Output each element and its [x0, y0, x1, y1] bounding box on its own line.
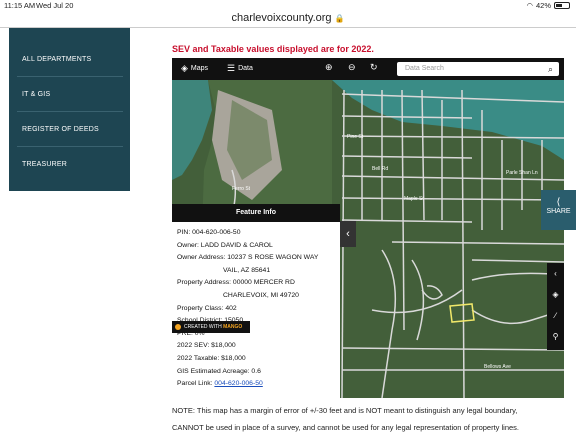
sev-field: 2022 SEV: $18,000	[177, 342, 236, 350]
search-placeholder: Data Search	[405, 65, 444, 72]
street-label-maple: Maple St	[404, 196, 424, 202]
status-bar: 11:15 AM Wed Jul 20 ◠ 42%	[0, 0, 576, 12]
database-icon: ☰	[227, 63, 236, 73]
department-sidebar: ALL DEPARTMENTS IT & GIS REGISTER OF DEE…	[9, 28, 130, 191]
owner-address-field: Owner Address: 10237 S ROSE WAGON WAY	[177, 254, 319, 262]
data-search-input[interactable]: Data Search ⌕	[397, 62, 559, 76]
layers-icon: ◈	[181, 63, 188, 73]
mango-prefix: CREATED WITH	[184, 324, 222, 330]
chevron-left-icon[interactable]: ‹	[547, 263, 564, 284]
wifi-icon: ◠	[526, 1, 533, 10]
tax-notice: SEV and Taxable values displayed are for…	[172, 44, 374, 54]
owner-address-line2: VAIL, AZ 85641	[223, 266, 271, 274]
sidebar-item-all-departments[interactable]: ALL DEPARTMENTS	[17, 43, 123, 77]
feature-info-panel: Feature Info PIN: 004-620-006-50 Owner: …	[172, 204, 340, 398]
feature-info-title: Feature Info	[172, 204, 340, 222]
property-class-field: Property Class: 402	[177, 304, 237, 312]
url-text: charlevoixcounty.org	[231, 12, 332, 24]
street-label-parle-shan: Parle Shan Ln	[506, 170, 538, 176]
battery-percent: 42%	[535, 1, 551, 10]
map-viewer[interactable]: ◈ Maps ☰ Data ⊕ ⊖ ↻ Data Search ⌕ Bell R…	[172, 58, 564, 398]
lock-icon: 🔒	[334, 14, 345, 23]
property-address-line2: CHARLEVOIX, MI 49720	[223, 291, 299, 299]
pin-field: PIN: 004-620-006-50	[177, 229, 241, 236]
location-pin-icon[interactable]: ⚲	[547, 326, 564, 347]
share-label: SHARE	[546, 208, 571, 215]
search-icon[interactable]: ⌕	[548, 62, 553, 76]
maps-button[interactable]: ◈ Maps	[181, 63, 208, 74]
maps-label: Maps	[190, 65, 209, 72]
sidebar-item-it-gis[interactable]: IT & GIS	[17, 78, 123, 112]
street-label-bellows: Bellows Ave	[484, 364, 511, 370]
map-toolbar: ◈ Maps ☰ Data ⊕ ⊖ ↻ Data Search ⌕	[172, 58, 564, 80]
sidebar-item-treasurer[interactable]: TREASURER	[17, 148, 123, 182]
share-icon: ⟨	[556, 197, 561, 208]
mango-brand: MANGO	[223, 324, 243, 330]
zoom-in-icon[interactable]: ⊕	[325, 62, 333, 73]
refresh-icon[interactable]: ↻	[370, 62, 378, 73]
status-right: ◠ 42%	[526, 1, 570, 10]
collapse-panel-button[interactable]: ‹	[340, 221, 356, 247]
disclaimer-line-2: CANNOT be used in place of a survey, and…	[172, 423, 520, 432]
chevron-left-icon: ‹	[346, 228, 350, 240]
data-label: Data	[238, 65, 253, 72]
map-side-tools: ‹ ◈ ∕ ⚲	[547, 263, 564, 350]
layers-icon[interactable]: ◈	[547, 284, 564, 305]
address-bar[interactable]: charlevoixcounty.org 🔒	[0, 12, 576, 26]
mango-credit[interactable]: CREATED WITH MANGO	[172, 321, 250, 333]
disclaimer-line-1: NOTE: This map has a margin of error of …	[172, 406, 518, 415]
status-time: 11:15 AM	[4, 1, 36, 10]
sidebar-item-register-of-deeds[interactable]: REGISTER OF DEEDS	[17, 113, 123, 147]
parcel-link[interactable]: 004-620-006-50	[214, 380, 262, 387]
mango-logo-icon	[175, 324, 181, 330]
street-label-pine: Pine St	[347, 134, 364, 140]
owner-field: Owner: LADD DAVID & CAROL	[177, 241, 273, 249]
taxable-field: 2022 Taxable: $18,000	[177, 354, 246, 362]
street-label-bell: Bell Rd	[372, 166, 388, 172]
parcel-link-field: Parcel Link: 004-620-006-50	[177, 378, 335, 391]
battery-icon	[554, 2, 570, 9]
property-address-field: Property Address: 00000 MERCER RD	[177, 279, 295, 287]
data-button[interactable]: ☰ Data	[227, 63, 253, 74]
acreage-field: GIS Estimated Acreage: 0.6	[177, 367, 261, 375]
street-label-ferro: Ferro St	[232, 186, 251, 192]
share-button[interactable]: ⟨ SHARE	[541, 190, 576, 230]
status-date: Wed Jul 20	[36, 1, 74, 10]
parcel-link-label: Parcel Link:	[177, 380, 215, 388]
zoom-out-icon[interactable]: ⊖	[348, 62, 356, 73]
measure-icon[interactable]: ∕	[547, 305, 564, 326]
